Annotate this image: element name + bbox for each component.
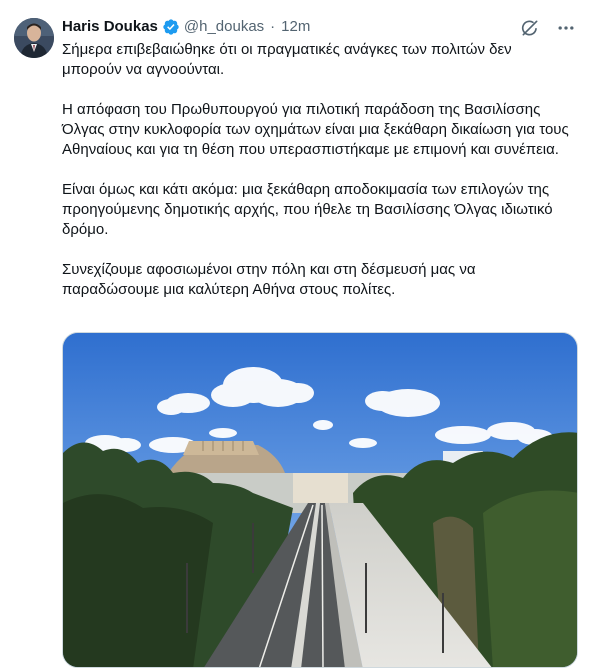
tweet[interactable]: Haris Doukas @h_doukas · 12m Σήμερα επιβ… xyxy=(0,0,589,668)
more-icon[interactable] xyxy=(555,17,577,39)
tweet-actions xyxy=(519,17,577,39)
tweet-paragraph: Η απόφαση του Πρωθυπουργού για πιλοτική … xyxy=(62,101,569,158)
separator-dot: · xyxy=(270,18,276,35)
author-name[interactable]: Haris Doukas xyxy=(62,17,158,37)
grok-icon[interactable] xyxy=(519,17,541,39)
tweet-paragraph: Είναι όμως και κάτι ακόμα: μια ξεκάθαρη … xyxy=(62,181,553,238)
tweet-paragraph: Σήμερα επιβεβαιώθηκε ότι οι πραγματικές … xyxy=(62,41,512,78)
tweet-paragraph: Συνεχίζουμε αφοσιωμένοι στην πόλη και στ… xyxy=(62,261,476,298)
tweet-text: Σήμερα επιβεβαιώθηκε ότι οι πραγματικές … xyxy=(62,40,572,300)
tweet-header: Haris Doukas @h_doukas · 12m xyxy=(62,16,310,38)
author-handle[interactable]: @h_doukas xyxy=(184,17,264,37)
avatar[interactable] xyxy=(14,18,54,58)
tweet-photo[interactable] xyxy=(62,332,578,668)
timestamp[interactable]: 12m xyxy=(281,17,310,37)
verified-badge-icon[interactable] xyxy=(162,18,180,36)
